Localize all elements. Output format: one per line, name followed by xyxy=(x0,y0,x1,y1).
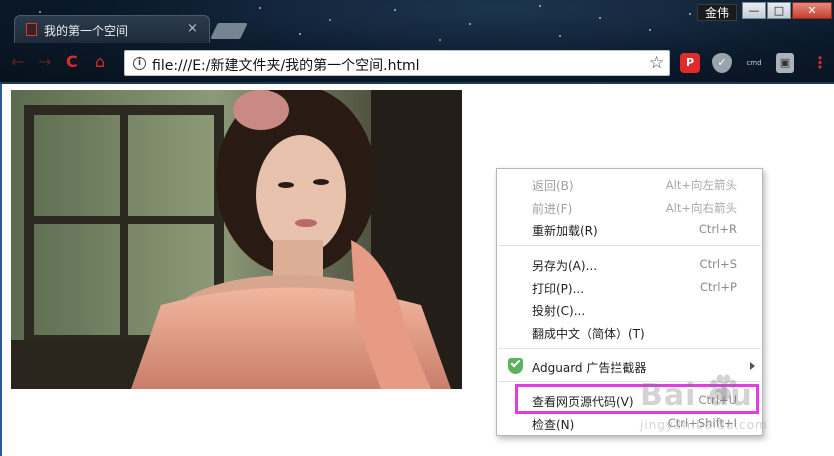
close-window-button[interactable]: ✕ xyxy=(792,2,832,19)
home-icon[interactable]: ⌂ xyxy=(95,53,105,71)
tab-title: 我的第一个空间 xyxy=(44,24,129,38)
p-extension-icon[interactable]: P xyxy=(680,53,700,73)
menu-item-label: Adguard 广告拦截器 xyxy=(532,361,647,375)
menu-item-label: 重新加载(R) xyxy=(532,224,598,238)
bookmark-star-icon[interactable]: ☆ xyxy=(649,53,664,73)
tab-close-icon[interactable]: × xyxy=(187,21,198,36)
menu-item-shortcut: Ctrl+S xyxy=(699,257,737,271)
info-icon[interactable]: i xyxy=(133,57,146,70)
submenu-arrow-icon xyxy=(750,362,755,370)
menu-item-label: 投射(C)... xyxy=(532,304,586,318)
menu-item-forward[interactable]: 前进(F) Alt+向右箭头 xyxy=(497,196,762,218)
menu-item-label: 另存为(A)... xyxy=(532,259,598,273)
menu-item-shortcut: Ctrl+P xyxy=(699,280,737,294)
menu-separator xyxy=(498,245,761,246)
menu-item-shortcut: Alt+向左箭头 xyxy=(665,178,737,192)
reload-icon[interactable]: C xyxy=(66,53,78,71)
menu-item-save-as[interactable]: 另存为(A)... Ctrl+S xyxy=(497,253,762,275)
url-text[interactable]: file:///E:/新建文件夹/我的第一个空间.html xyxy=(152,55,420,75)
cmd-extension-icon[interactable]: cmd xyxy=(741,53,767,73)
menu-item-shortcut: Ctrl+R xyxy=(698,222,737,236)
menu-item-shortcut: Alt+向右箭头 xyxy=(665,201,737,215)
window-border xyxy=(0,84,2,456)
paw-icon xyxy=(710,374,737,401)
profile-button[interactable]: 金伟 xyxy=(697,4,737,21)
page-favicon-icon xyxy=(26,23,37,36)
menu-item-label: 检查(N) xyxy=(532,418,575,432)
browser-menu-icon[interactable]: ⋮ xyxy=(812,53,828,72)
back-arrow-icon[interactable]: ← xyxy=(11,53,24,71)
address-bar[interactable]: i file:///E:/新建文件夹/我的第一个空间.html ☆ xyxy=(124,50,670,76)
bag-extension-icon[interactable]: ▣ xyxy=(776,53,794,73)
menu-item-label: 打印(P)... xyxy=(532,282,585,296)
menu-item-label: 前进(F) xyxy=(532,202,573,216)
portrait-photo xyxy=(11,90,462,389)
minimize-button[interactable]: — xyxy=(742,2,766,19)
menu-item-cast[interactable]: 投射(C)... xyxy=(497,298,762,320)
maximize-button[interactable]: □ xyxy=(767,2,791,19)
menu-item-label: 返回(B) xyxy=(532,179,574,193)
watermark-url: jingyan.baidu.com xyxy=(640,418,768,432)
menu-item-print[interactable]: 打印(P)... Ctrl+P xyxy=(497,276,762,298)
menu-item-translate[interactable]: 翻成中文（简体）(T) xyxy=(497,321,762,343)
menu-item-reload[interactable]: 重新加载(R) Ctrl+R xyxy=(497,218,762,240)
forward-arrow-icon[interactable]: → xyxy=(38,53,51,71)
menu-separator xyxy=(498,348,761,349)
baidu-watermark: Bai du jingyan.baidu.com xyxy=(640,372,800,442)
menu-item-label: 翻成中文（简体）(T) xyxy=(532,327,645,341)
menu-item-back[interactable]: 返回(B) Alt+向左箭头 xyxy=(497,173,762,195)
